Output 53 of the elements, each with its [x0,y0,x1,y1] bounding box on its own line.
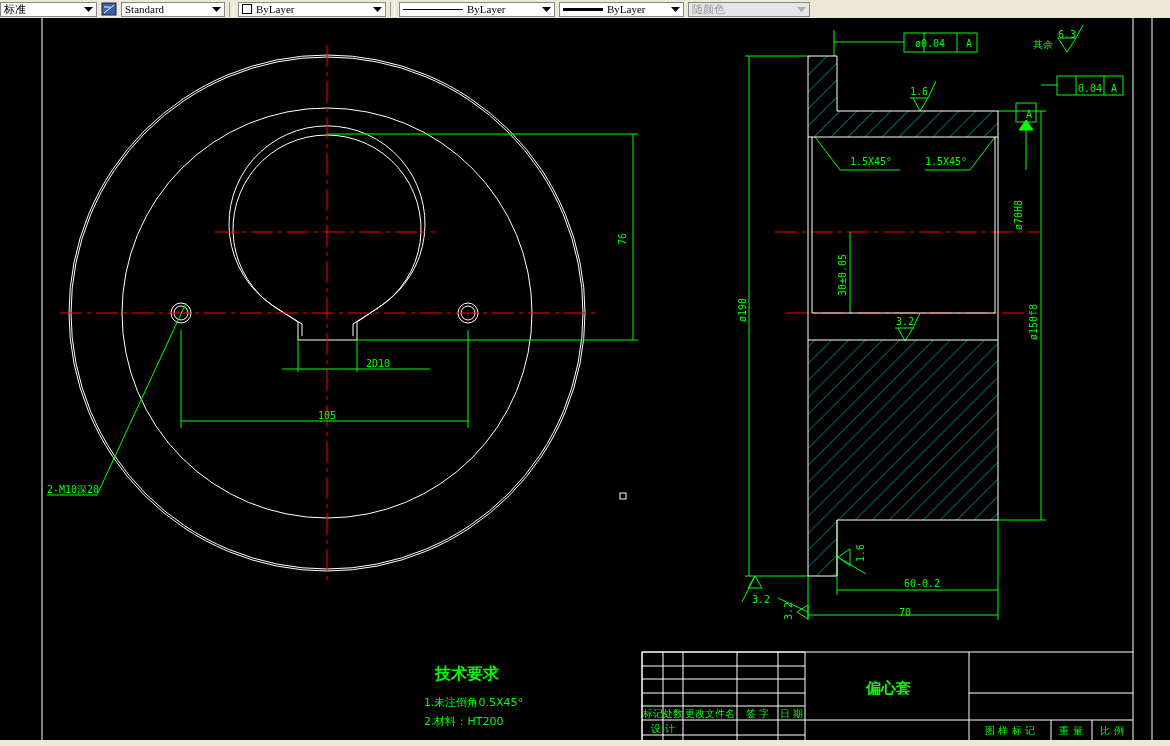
dimension-label: 1.6 [855,543,866,562]
dimension-label: 3.2 [783,601,794,620]
caret-icon [84,6,93,12]
caret-icon [373,6,382,12]
column-header: 日 期 [779,708,804,719]
dimension-label: ø150f8 [1028,303,1039,340]
dimension-label: 1.5X45° [925,156,968,167]
dimension-label: A [1026,109,1033,120]
dimension-label: 70 [899,607,912,618]
column-header: 图 样 标 记 [985,725,1035,736]
dimension-label: 3.2 [752,594,771,605]
dimension-label: A [1111,83,1118,94]
dimension-label: 1.6 [910,86,929,97]
requirements-heading: 技术要求 [435,664,499,683]
dimension-label: 6.3 [1058,29,1077,40]
column-header: 比 例 [1100,725,1124,736]
dimension-label: 其余 [1033,39,1053,50]
dimension-label: 3.2 [896,316,915,327]
color-swatch-icon [242,4,252,14]
dimension-label: 105 [318,410,337,421]
caret-icon [212,6,221,12]
column-header: 处数 [663,708,683,719]
dimension-label: ø190 [737,297,748,322]
dimension-label: 76 [617,232,628,245]
lineweight-dropdown[interactable]: ByLayer [559,1,684,17]
layer-dropdown[interactable]: ByLayer [238,1,386,17]
requirement-text: 2.材料：HT200 [424,715,504,728]
dimension-label: ø70H8 [1013,199,1024,230]
dimension-label: A [966,38,973,49]
designer-label: 设 计 [651,723,675,734]
dimension-label: 30±0.05 [837,253,848,296]
dimension-style-icon[interactable] [101,2,117,16]
dimension-label: 60-0.2 [904,578,941,589]
column-header: 标记 [642,708,663,719]
column-header: 签 字 [745,708,770,719]
linetype-dropdown[interactable]: ByLayer [399,1,555,17]
requirement-text: 1.未注倒角0.5X45° [424,696,524,709]
dimension-label: 0.04 [1078,83,1103,94]
line-sample-icon [403,8,463,10]
line-sample-icon [563,7,603,11]
column-header: 重 量 [1059,725,1083,736]
dimstyle-dropdown[interactable]: Standard [121,1,225,17]
caret-icon [671,6,680,12]
pickbox-icon [619,492,627,500]
dimension-label: 1.5X45° [850,156,893,167]
text-dropdown[interactable]: 标准 [0,1,97,17]
caret-icon [542,6,551,12]
column-header: 更改文件名 [685,708,735,719]
part-name: 偏心套 [865,679,911,697]
dimension-label: 2D10 [366,358,391,369]
dimension-label: ø0.04 [915,38,946,49]
caret-icon [797,6,806,12]
dimension-label: 2-M10深20 [47,484,100,495]
